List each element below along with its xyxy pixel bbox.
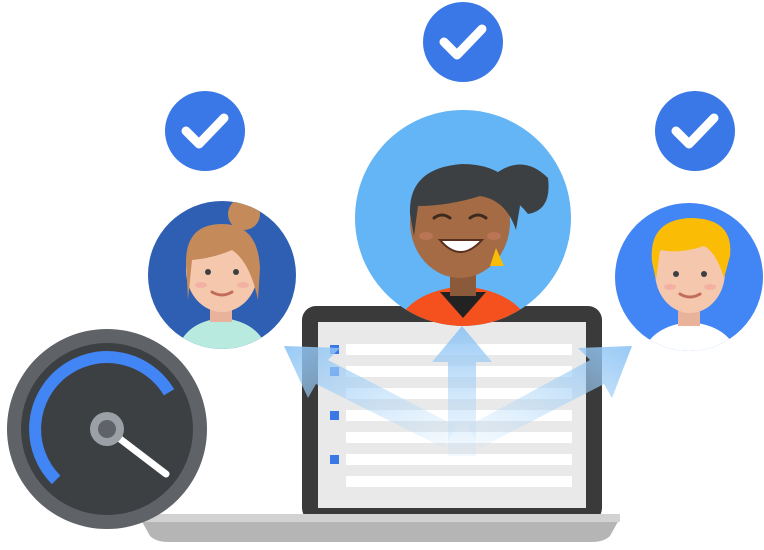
avatar-right-user bbox=[615, 203, 763, 351]
illustration bbox=[7, 2, 763, 542]
speedometer-icon bbox=[7, 329, 207, 529]
avatar-center-user bbox=[355, 110, 571, 326]
list-line bbox=[346, 476, 572, 487]
check-icon bbox=[655, 91, 735, 171]
avatar-left-user bbox=[148, 201, 296, 349]
check-icon bbox=[165, 91, 245, 171]
list-bullet bbox=[330, 455, 339, 464]
check-icon bbox=[423, 2, 503, 82]
list-bullet bbox=[330, 411, 339, 420]
